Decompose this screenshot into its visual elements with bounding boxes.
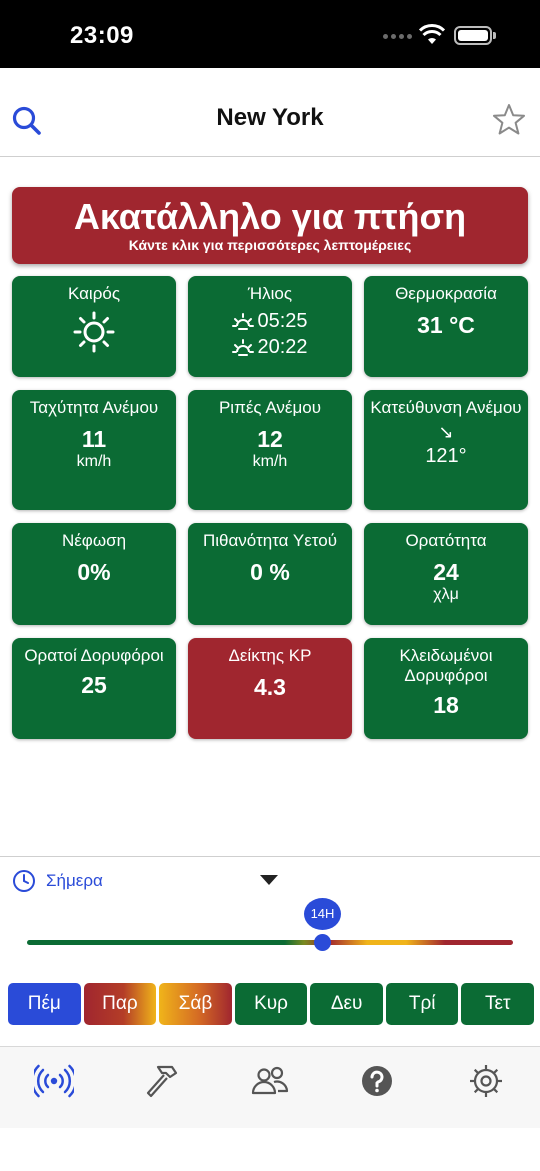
tile-label: Ορατοί Δορυφόροι — [24, 646, 164, 665]
flight-status-title: Ακατάλληλο για πτήση — [73, 196, 467, 237]
flight-status-subtitle: Κάντε κλικ για περισσότερες λεπτομέρειες — [128, 237, 412, 253]
tile-locked-satellites[interactable]: Κλειδωμένοι Δορυφόροι 18 — [364, 638, 528, 739]
clock-icon — [13, 870, 35, 892]
tile-label: Ορατότητα — [405, 531, 487, 550]
status-time: 23:09 — [70, 22, 134, 49]
day-button[interactable]: Κυρ — [234, 983, 308, 1025]
tile-unit: km/h — [76, 453, 112, 470]
day-button[interactable]: Τρί — [385, 983, 459, 1025]
battery-icon — [454, 26, 496, 45]
tab-bar — [0, 1046, 540, 1128]
day-button[interactable]: Τετ — [461, 983, 535, 1025]
tile-value: 24 — [433, 559, 459, 585]
hour-badge: 14H — [304, 898, 341, 930]
tile-temperature[interactable]: Θερμοκρασία 31 °C — [364, 276, 528, 377]
period-selector[interactable]: Σήμερα — [12, 869, 103, 893]
gear-icon[interactable] — [466, 1061, 506, 1101]
day-selector: Πέμ Παρ Σάβ Κυρ Δευ Τρί Τετ — [8, 983, 535, 1025]
tile-value: 31 °C — [417, 312, 475, 338]
tile-label: Θερμοκρασία — [395, 284, 497, 303]
favorite-star-icon[interactable] — [491, 102, 527, 138]
tile-value: 11 — [81, 426, 107, 452]
sunrise-icon — [232, 313, 255, 330]
flight-status-banner[interactable]: Ακατάλληλο για πτήση Κάντε κλικ για περι… — [12, 187, 528, 264]
tile-visible-satellites[interactable]: Ορατοί Δορυφόροι 25 — [12, 638, 176, 739]
help-icon[interactable] — [357, 1061, 397, 1101]
tile-sun[interactable]: Ήλιος 05:25 20:22 — [188, 276, 352, 377]
period-label: Σήμερα — [46, 871, 103, 890]
tile-unit: χλμ — [433, 586, 459, 603]
divider — [0, 856, 540, 857]
tile-label: Κατεύθυνση Ανέμου — [370, 398, 522, 417]
tile-value: 12 — [257, 426, 283, 452]
tile-wind-speed[interactable]: Ταχύτητα Ανέμου 11 km/h — [12, 390, 176, 510]
tile-kp-index[interactable]: Δείκτης ΚΡ 4.3 — [188, 638, 352, 739]
status-bar: 23:09 — [0, 0, 540, 68]
tile-value: 0 % — [250, 559, 290, 585]
hour-slider-thumb[interactable] — [314, 934, 331, 951]
tile-label: Ταχύτητα Ανέμου — [29, 398, 159, 417]
cellular-signal-icon — [383, 34, 412, 39]
tile-label: Ριπές Ανέμου — [218, 398, 322, 417]
tile-label: Κλειδωμένοι Δορυφόροι — [399, 646, 493, 685]
day-button[interactable]: Παρ — [83, 983, 157, 1025]
sunset-icon — [232, 339, 255, 356]
tile-unit: km/h — [252, 453, 288, 470]
wind-direction-arrow-icon: ↘ — [438, 422, 454, 442]
chevron-down-icon[interactable] — [260, 875, 278, 885]
tile-label: Ήλιος — [247, 284, 293, 303]
tile-label: Πιθανότητα Υετού — [202, 531, 338, 550]
signal-broadcast-icon[interactable] — [34, 1061, 74, 1101]
sunset-time: 20:22 — [257, 336, 308, 358]
tile-value: 4.3 — [254, 674, 286, 700]
page-title: New York — [216, 104, 324, 131]
tile-wind-direction[interactable]: Κατεύθυνση Ανέμου ↘ 121° — [364, 390, 528, 510]
wifi-icon — [419, 24, 445, 44]
day-button[interactable]: Πέμ — [8, 983, 81, 1025]
tile-label: Δείκτης ΚΡ — [228, 646, 312, 665]
day-button[interactable]: Δευ — [310, 983, 383, 1025]
tile-value: 121° — [425, 445, 467, 467]
tile-label: Νέφωση — [61, 531, 127, 550]
tile-label: Καιρός — [67, 284, 121, 303]
navigation-bar: New York — [0, 68, 540, 157]
tile-visibility[interactable]: Ορατότητα 24 χλμ — [364, 523, 528, 625]
sun-icon — [73, 311, 115, 353]
sunrise-time: 05:25 — [257, 310, 308, 332]
hour-slider-track[interactable] — [27, 940, 513, 945]
tile-value: 25 — [81, 672, 107, 698]
tile-value: 0% — [77, 559, 111, 585]
tile-wind-gusts[interactable]: Ριπές Ανέμου 12 km/h — [188, 390, 352, 510]
tile-value: 18 — [433, 692, 459, 718]
hammer-icon[interactable] — [142, 1061, 182, 1101]
tile-cloud-cover[interactable]: Νέφωση 0% — [12, 523, 176, 625]
tile-weather[interactable]: Καιρός — [12, 276, 176, 377]
people-icon[interactable] — [250, 1061, 290, 1101]
tile-precipitation-chance[interactable]: Πιθανότητα Υετού 0 % — [188, 523, 352, 625]
day-button[interactable]: Σάβ — [159, 983, 232, 1025]
